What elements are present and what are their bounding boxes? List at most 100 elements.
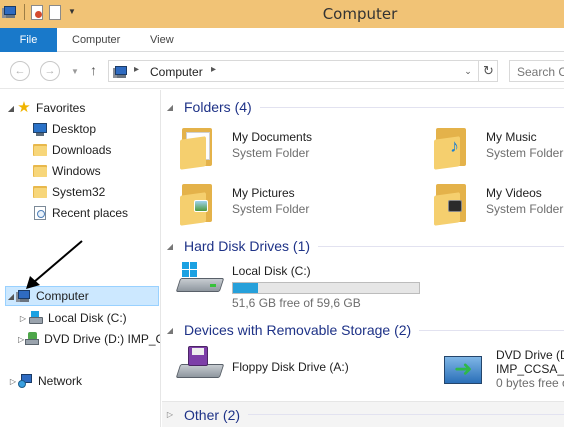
folder-tile-my-music[interactable]: ♪ My Music System Folder	[430, 124, 564, 170]
nav-computer[interactable]: ◢ Computer	[5, 286, 159, 306]
nav-item-downloads[interactable]: Downloads	[32, 140, 111, 160]
dvd-drive-icon	[24, 331, 40, 347]
expand-arrow-icon[interactable]: ▷	[162, 410, 178, 419]
folder-icon	[32, 163, 48, 179]
group-divider	[419, 329, 564, 331]
tile-subtitle: System Folder	[486, 146, 564, 160]
folder-tile-my-videos[interactable]: My Videos System Folder	[430, 180, 564, 226]
nav-item-label: Local Disk (C:)	[48, 311, 127, 325]
forward-button[interactable]: →	[40, 61, 60, 81]
star-icon: ★	[17, 99, 31, 116]
nav-item-label: Desktop	[52, 122, 97, 136]
nav-item-label: Windows	[52, 164, 101, 178]
group-title: Devices with Removable Storage (2)	[184, 322, 412, 338]
tile-subtitle: System Folder	[486, 202, 564, 216]
group-divider	[248, 414, 564, 415]
nav-item-system32[interactable]: System32	[32, 182, 105, 202]
window-title: Computer	[322, 5, 398, 23]
drive-tile-floppy[interactable]: Floppy Disk Drive (A:)	[175, 346, 349, 390]
nav-item-windows[interactable]: Windows	[32, 161, 101, 181]
breadcrumb-computer[interactable]: Computer	[150, 65, 203, 79]
videos-folder-icon	[430, 180, 478, 226]
back-arrow-icon: ←	[14, 65, 26, 77]
music-folder-icon: ♪	[430, 124, 478, 170]
computer-icon	[16, 288, 32, 304]
back-button[interactable]: ←	[10, 61, 30, 81]
address-bar[interactable]: ▸ Computer ▸ ⌄ ↻	[108, 60, 498, 82]
folder-tile-my-documents[interactable]: My Documents System Folder	[176, 124, 313, 170]
expand-arrow-icon[interactable]: ▷	[18, 314, 28, 323]
forward-arrow-icon: →	[44, 65, 56, 77]
downloads-folder-icon	[32, 142, 48, 158]
tab-computer[interactable]: Computer	[72, 28, 120, 52]
tile-name: Floppy Disk Drive (A:)	[232, 360, 349, 374]
dvd-volume-label: IMP_CCSA_X86	[496, 362, 564, 376]
content-pane: ◢ Folders (4) My Documents System Folder …	[162, 90, 564, 427]
recent-places-icon	[32, 205, 48, 221]
nav-item-desktop[interactable]: Desktop	[32, 119, 96, 139]
group-title: Folders (4)	[184, 99, 252, 115]
navigation-bar: ← → ▼ ↑ ▸ Computer ▸ ⌄ ↻ Search Computer	[0, 53, 564, 89]
tile-subtitle: System Folder	[232, 146, 310, 160]
nav-favorites[interactable]: ◢ ★ Favorites	[6, 98, 85, 118]
tab-file[interactable]: File	[0, 28, 57, 52]
tile-name: My Videos	[486, 186, 542, 200]
tile-name: My Documents	[232, 130, 313, 144]
group-header-removable-storage[interactable]: ◢ Devices with Removable Storage (2)	[162, 319, 564, 341]
desktop-icon	[32, 121, 48, 137]
disk-usage-bar	[232, 282, 420, 294]
documents-folder-icon	[176, 124, 224, 170]
disk-usage-fill	[233, 283, 258, 293]
address-dropdown-button[interactable]: ⌄	[458, 61, 478, 81]
nav-favorites-label: Favorites	[36, 101, 86, 115]
floppy-drive-icon	[175, 346, 225, 390]
tile-name: My Pictures	[232, 186, 295, 200]
up-arrow-icon: ↑	[90, 62, 97, 78]
tile-name: Local Disk (C:)	[232, 264, 311, 278]
dvd-drive-icon: ➜	[440, 346, 488, 390]
nav-item-recent-places[interactable]: Recent places	[32, 203, 128, 223]
nav-item-dvd-drive[interactable]: ▷ DVD Drive (D:) IMP_CCSA_X86	[18, 329, 160, 349]
local-disk-icon	[175, 260, 225, 304]
local-disk-icon	[28, 310, 44, 326]
collapse-arrow-icon[interactable]: ◢	[6, 104, 16, 113]
group-divider	[259, 106, 564, 108]
folder-icon	[32, 184, 48, 200]
nav-item-label: Downloads	[52, 143, 112, 157]
group-header-hard-disk-drives[interactable]: ◢ Hard Disk Drives (1)	[162, 235, 564, 257]
breadcrumb-chevron-icon[interactable]: ▸	[134, 64, 139, 75]
refresh-button[interactable]: ↻	[478, 61, 498, 81]
navigation-pane: ◢ ★ Favorites Desktop Downloads Windows …	[0, 90, 161, 427]
group-divider	[318, 245, 564, 247]
dvd-free-space: 0 bytes free of	[496, 376, 564, 390]
nav-network[interactable]: ▷ Network	[8, 371, 82, 391]
nav-computer-label: Computer	[36, 289, 89, 303]
group-header-folders[interactable]: ◢ Folders (4)	[162, 96, 564, 118]
title-bar: ▼ Computer	[0, 0, 564, 28]
recent-locations-button[interactable]: ▼	[71, 67, 79, 76]
nav-item-label: DVD Drive (D:) IMP_CCSA_X86	[44, 332, 160, 346]
tab-view[interactable]: View	[150, 28, 174, 52]
expand-arrow-icon[interactable]: ▷	[8, 377, 18, 386]
nav-item-local-disk[interactable]: ▷ Local Disk (C:)	[18, 308, 127, 328]
tile-name: My Music	[486, 130, 537, 144]
nav-item-label: Recent places	[52, 206, 129, 220]
computer-icon	[113, 64, 129, 80]
search-input[interactable]: Search Computer	[509, 60, 564, 82]
breadcrumb-chevron-icon[interactable]: ▸	[211, 64, 216, 75]
collapse-arrow-icon[interactable]: ◢	[6, 292, 16, 301]
collapse-arrow-icon[interactable]: ◢	[162, 326, 178, 335]
pictures-folder-icon	[176, 180, 224, 226]
group-title: Hard Disk Drives (1)	[184, 238, 311, 254]
collapse-arrow-icon[interactable]: ◢	[162, 242, 178, 251]
nav-network-label: Network	[38, 374, 83, 388]
up-button[interactable]: ↑	[90, 62, 97, 78]
disk-free-space: 51,6 GB free of 59,6 GB	[232, 296, 361, 310]
drive-tile-dvd[interactable]: ➜ DVD Drive (D:) IMP_CCSA_X86 0 bytes fr…	[440, 346, 564, 390]
network-icon	[18, 373, 34, 389]
drive-tile-local-disk[interactable]: Local Disk (C:) 51,6 GB free of 59,6 GB	[175, 260, 420, 310]
folder-tile-my-pictures[interactable]: My Pictures System Folder	[176, 180, 309, 226]
group-header-other[interactable]: ▷ Other (2)	[162, 401, 564, 427]
collapse-arrow-icon[interactable]: ◢	[162, 103, 178, 112]
group-title: Other (2)	[184, 406, 241, 423]
